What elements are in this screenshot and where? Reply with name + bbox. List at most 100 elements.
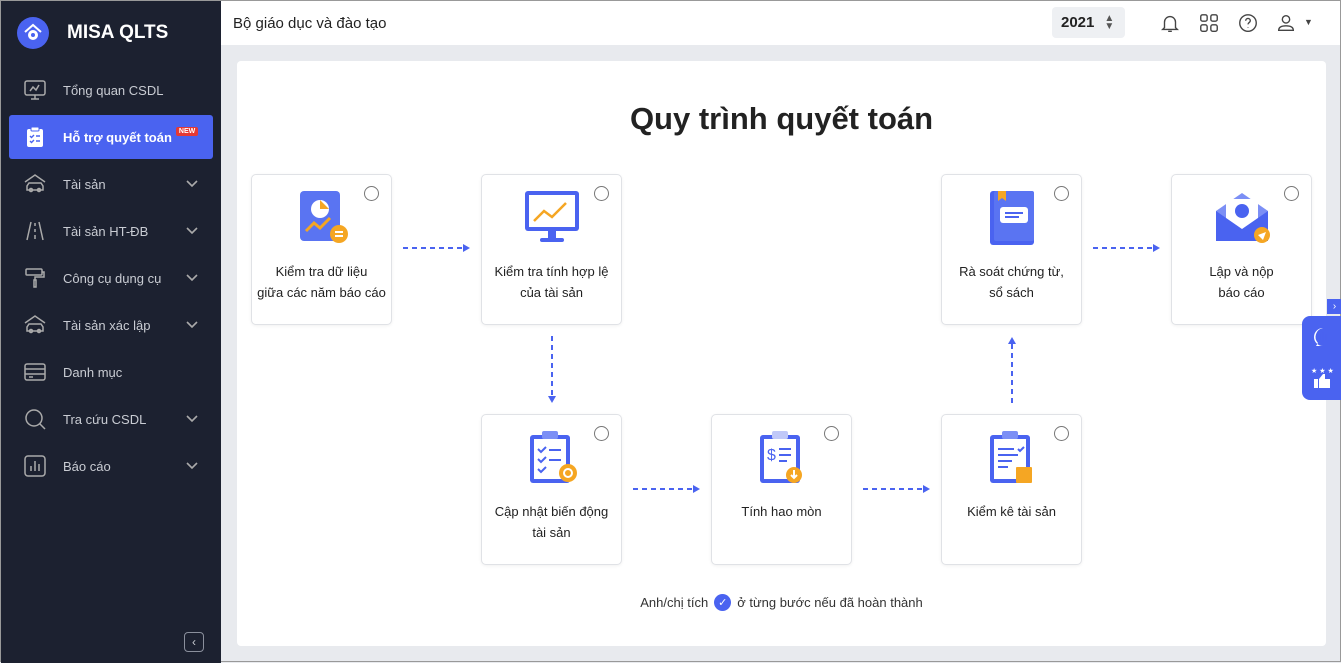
sidebar-item-overview[interactable]: Tổng quan CSDL	[9, 68, 213, 112]
step-complete-radio[interactable]	[1054, 186, 1069, 201]
thumbs-up-rating-icon[interactable]: ★ ★ ★	[1310, 366, 1334, 390]
sidebar-item-established-assets[interactable]: Tài sản xác lập	[9, 303, 213, 347]
step-complete-radio[interactable]	[594, 186, 609, 201]
sidebar-item-label: Tổng quan CSDL	[63, 82, 164, 98]
step-check-data-between-years[interactable]: Kiểm tra dữ liệu giữa các năm báo cáo	[251, 174, 392, 325]
header: Bộ giáo dục và đào tạo 2021 ▲ ▼ ▼	[221, 1, 1340, 45]
sidebar-item-label: Tài sản xác lập	[63, 317, 151, 333]
sidebar-item-infrastructure[interactable]: Tài sản HT-ĐB	[9, 209, 213, 253]
arrow-right-icon	[633, 485, 700, 493]
monitor-chart-icon	[525, 191, 579, 242]
page-title: Quy trình quyết toán	[629, 101, 934, 136]
sidebar-item-label: Tài sản HT-ĐB	[63, 223, 149, 239]
user-icon[interactable]	[1275, 12, 1297, 34]
step-label-line: Tính hao mòn	[741, 504, 822, 519]
chat-feedback-icon[interactable]	[1312, 326, 1334, 348]
feedback-widget: ★ ★ ★	[1302, 316, 1341, 400]
road-icon	[26, 221, 44, 241]
collapse-sidebar-button[interactable]: ‹	[184, 632, 204, 652]
step-label-line: sổ sách	[989, 285, 1034, 300]
sidebar-item-lookup[interactable]: Tra cứu CSDL	[9, 397, 213, 441]
monitor-chart-icon	[24, 80, 46, 100]
step-label: Tính hao mòn	[712, 501, 851, 522]
list-icon	[24, 363, 46, 381]
step-label-line: Cập nhật biến động	[494, 504, 609, 519]
step-label: Rà soát chứng từ, sổ sách	[942, 261, 1081, 303]
step-label: Lập và nộp báo cáo	[1172, 261, 1311, 303]
sidebar-item-tools[interactable]: Công cụ dụng cụ	[9, 256, 213, 300]
sidebar-item-catalog[interactable]: Danh mục	[9, 350, 213, 394]
sidebar-item-label: Danh mục	[63, 364, 123, 380]
completion-hint: Anh/chị tích ✓ ở từng bước nếu đã hoàn t…	[237, 594, 1326, 611]
sidebar-item-label: Báo cáo	[63, 458, 111, 474]
clipboard-box-icon	[990, 431, 1032, 483]
organization-title: Bộ giáo dục và đào tạo	[233, 14, 387, 32]
step-label: Kiểm kê tài sản	[942, 501, 1081, 522]
step-label-line: giữa các năm báo cáo	[257, 285, 386, 300]
step-label-line: Rà soát chứng từ,	[959, 264, 1064, 279]
year-value: 2021	[1061, 14, 1095, 31]
step-label-line: tài sản	[532, 525, 571, 540]
sidebar-item-label: Hỗ trợ quyết toán	[63, 129, 172, 145]
paint-roller-icon	[25, 268, 45, 288]
step-complete-radio[interactable]	[1054, 426, 1069, 441]
step-check-asset-validity[interactable]: Kiểm tra tính hợp lệ của tài sản	[481, 174, 622, 325]
book-icon	[990, 191, 1034, 245]
report-sync-icon	[300, 191, 348, 243]
step-update-asset-changes[interactable]: Cập nhật biến động tài sản	[481, 414, 622, 565]
step-label-line: báo cáo	[1218, 285, 1265, 300]
step-label-line: Kiểm tra dữ liệu	[275, 264, 368, 279]
app-logo[interactable]: MISA QLTS	[17, 17, 168, 49]
clipboard-refresh-icon	[530, 431, 577, 483]
step-prepare-submit-report[interactable]: Lập và nộp báo cáo	[1171, 174, 1312, 325]
step-complete-radio[interactable]	[594, 426, 609, 441]
chevron-down-icon	[186, 180, 198, 188]
step-complete-radio[interactable]	[364, 186, 379, 201]
sort-arrows-icon: ▲ ▼	[1104, 12, 1115, 32]
arrow-down-icon	[548, 336, 556, 403]
step-complete-radio[interactable]	[1284, 186, 1299, 201]
arrow-right-icon	[1093, 244, 1160, 252]
step-calculate-depreciation[interactable]: $ Tính hao mòn	[711, 414, 852, 565]
step-label: Kiểm tra tính hợp lệ của tài sản	[482, 261, 621, 303]
settlement-process-panel: Quy trình quyết toán Kiểm tra dữ liệu giữ…	[237, 61, 1326, 646]
year-select[interactable]: 2021 ▲ ▼	[1052, 7, 1125, 38]
car-house-icon	[24, 174, 46, 193]
app-name: MISA QLTS	[67, 22, 169, 43]
new-badge: NEW	[175, 126, 199, 136]
chevron-down-icon	[186, 462, 198, 470]
chevron-down-icon	[186, 227, 198, 235]
step-label-line: Kiểm kê tài sản	[967, 504, 1056, 519]
step-label-line: Kiểm tra tính hợp lệ	[494, 264, 609, 279]
chevron-down-icon	[186, 274, 198, 282]
step-asset-inventory[interactable]: Kiểm kê tài sản	[941, 414, 1082, 565]
hint-text-before: Anh/chị tích	[640, 595, 709, 610]
arrow-right-icon	[403, 244, 470, 252]
svg-text:$: $	[767, 447, 776, 464]
expand-feedback-button[interactable]: ›	[1327, 299, 1341, 314]
sidebar-item-settlement[interactable]: Hỗ trợ quyết toán NEW	[9, 115, 213, 159]
clipboard-dollar-icon: $	[760, 431, 802, 483]
arrow-right-icon	[863, 485, 930, 493]
sidebar: MISA QLTS Tổng quan CSDL Hỗ trợ quyết to…	[1, 1, 221, 663]
step-label: Kiểm tra dữ liệu giữa các năm báo cáo	[252, 261, 391, 303]
chevron-down-icon	[186, 415, 198, 423]
bell-icon[interactable]	[1159, 12, 1181, 34]
svg-text:★ ★ ★: ★ ★ ★	[1311, 367, 1334, 375]
step-complete-radio[interactable]	[824, 426, 839, 441]
sidebar-item-assets[interactable]: Tài sản	[9, 162, 213, 206]
clipboard-check-icon	[27, 126, 43, 147]
user-menu-caret-icon[interactable]: ▼	[1304, 17, 1313, 27]
sidebar-item-label: Tra cứu CSDL	[63, 411, 147, 427]
search-icon	[25, 409, 46, 430]
sidebar-item-reports[interactable]: Báo cáo	[9, 444, 213, 488]
apps-grid-icon[interactable]	[1198, 12, 1220, 34]
help-icon[interactable]	[1237, 12, 1259, 34]
envelope-report-icon	[1216, 193, 1270, 243]
step-label: Cập nhật biến động tài sản	[482, 501, 621, 543]
bar-chart-icon	[24, 455, 46, 477]
car-house-icon	[24, 315, 46, 334]
step-review-documents[interactable]: Rà soát chứng từ, sổ sách	[941, 174, 1082, 325]
sidebar-item-label: Tài sản	[63, 176, 106, 192]
sidebar-item-label: Công cụ dụng cụ	[63, 270, 162, 286]
